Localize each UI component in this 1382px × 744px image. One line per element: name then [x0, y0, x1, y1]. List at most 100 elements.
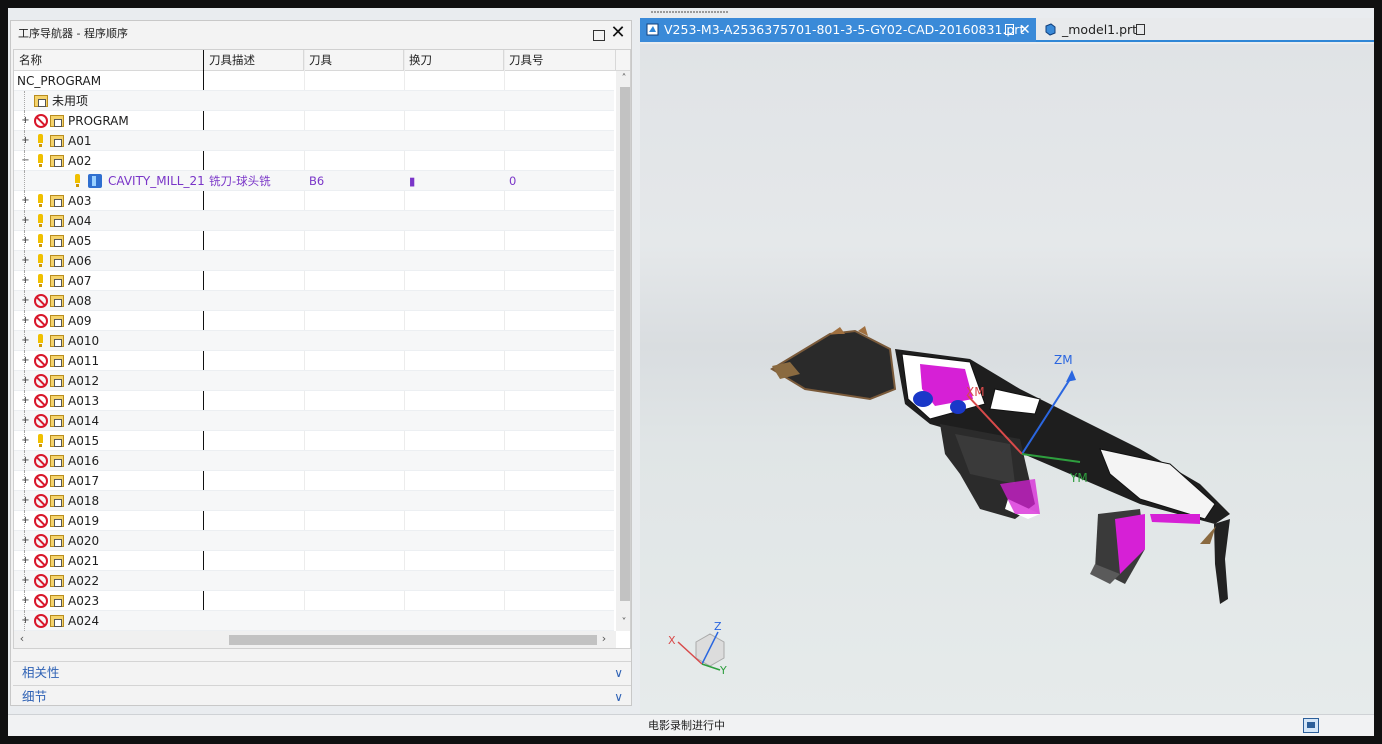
- expand-icon[interactable]: +: [21, 536, 30, 546]
- expand-icon[interactable]: +: [21, 576, 30, 586]
- column-header-tool-desc[interactable]: 刀具描述: [204, 50, 304, 71]
- view-triad[interactable]: Z X Y: [668, 620, 727, 677]
- program-group-row[interactable]: + A015: [14, 431, 614, 451]
- expand-icon[interactable]: +: [21, 316, 30, 326]
- program-group-row[interactable]: + A020: [14, 531, 614, 551]
- triad-x-label: X: [668, 634, 676, 647]
- details-section[interactable]: 细节 ∨: [13, 685, 631, 707]
- horizontal-scroll-thumb[interactable]: [229, 635, 597, 645]
- program-group-row[interactable]: + A014: [14, 411, 614, 431]
- expand-icon[interactable]: +: [21, 116, 30, 126]
- program-group-row[interactable]: + A013: [14, 391, 614, 411]
- operation-row[interactable]: CAVITY_MILL_21 铣刀-球头铣 B6 ▮ 0: [14, 171, 614, 191]
- program-folder-icon: [50, 395, 64, 407]
- program-group-row[interactable]: + A024: [14, 611, 614, 631]
- expand-icon[interactable]: +: [21, 196, 30, 206]
- fullscreen-toggle-icon[interactable]: [1303, 718, 1319, 733]
- expand-icon[interactable]: +: [21, 336, 30, 346]
- row-name: A06: [68, 254, 92, 268]
- expand-icon[interactable]: +: [21, 456, 30, 466]
- vertical-scrollbar[interactable]: ˄ ˅: [616, 71, 630, 631]
- expand-icon[interactable]: +: [21, 356, 30, 366]
- collapse-icon[interactable]: −: [21, 156, 30, 166]
- program-folder-icon: [50, 415, 64, 427]
- program-group-row[interactable]: + A023: [14, 591, 614, 611]
- expand-icon[interactable]: +: [21, 496, 30, 506]
- column-header-name[interactable]: 名称: [14, 50, 204, 71]
- row-name: A014: [68, 414, 100, 428]
- tab-close-icon[interactable]: ✕: [1019, 18, 1031, 42]
- program-folder-icon: [50, 155, 64, 167]
- column-header-tool-number[interactable]: 刀具号: [504, 50, 616, 71]
- column-header-tool-change[interactable]: 换刀: [404, 50, 504, 71]
- inactive-status-icon: [34, 554, 48, 568]
- expand-icon[interactable]: +: [21, 136, 30, 146]
- row-name: A020: [68, 534, 100, 548]
- inactive-status-icon: [34, 454, 48, 468]
- expand-icon[interactable]: +: [21, 296, 30, 306]
- program-group-row[interactable]: + A08: [14, 291, 614, 311]
- scroll-left-icon[interactable]: ‹: [16, 633, 28, 645]
- tree-row-root[interactable]: NC_PROGRAM: [14, 71, 614, 91]
- program-group-row[interactable]: + A03: [14, 191, 614, 211]
- inactive-status-icon: [34, 354, 48, 368]
- horizontal-scrollbar[interactable]: ‹ ›: [14, 631, 616, 648]
- inactive-status-icon: [34, 414, 48, 428]
- details-label: 细节: [22, 689, 48, 704]
- tab-model1[interactable]: _model1.prt: [1038, 18, 1148, 42]
- program-group-row[interactable]: − A02: [14, 151, 614, 171]
- program-group-row[interactable]: + A06: [14, 251, 614, 271]
- chevron-down-icon[interactable]: ∨: [614, 686, 623, 708]
- program-group-row[interactable]: + A010: [14, 331, 614, 351]
- part-model-render[interactable]: ZM XM YM Z X Y: [640, 44, 1374, 714]
- chevron-down-icon[interactable]: ∨: [614, 662, 623, 684]
- expand-icon[interactable]: +: [21, 616, 30, 626]
- program-group-row[interactable]: + A011: [14, 351, 614, 371]
- expand-icon[interactable]: +: [21, 516, 30, 526]
- expand-icon[interactable]: +: [21, 396, 30, 406]
- program-group-row[interactable]: + A022: [14, 571, 614, 591]
- expand-icon[interactable]: +: [21, 236, 30, 246]
- tool-change-cell: ▮: [409, 174, 416, 188]
- row-name: A04: [68, 214, 92, 228]
- scroll-down-icon[interactable]: ˅: [618, 617, 630, 629]
- program-group-row[interactable]: + A04: [14, 211, 614, 231]
- program-group-row[interactable]: + A012: [14, 371, 614, 391]
- program-group-row[interactable]: + A016: [14, 451, 614, 471]
- dependencies-section[interactable]: 相关性 ∨: [13, 661, 631, 683]
- program-group-row[interactable]: + A018: [14, 491, 614, 511]
- program-group-row[interactable]: + A021: [14, 551, 614, 571]
- program-group-row[interactable]: + A017: [14, 471, 614, 491]
- program-group-row[interactable]: + A01: [14, 131, 614, 151]
- program-group-row[interactable]: + A05: [14, 231, 614, 251]
- program-group-row[interactable]: 未用项: [14, 91, 614, 111]
- program-group-row[interactable]: + PROGRAM: [14, 111, 614, 131]
- expand-icon[interactable]: +: [21, 256, 30, 266]
- column-header-tool[interactable]: 刀具: [304, 50, 404, 71]
- resize-grip[interactable]: [651, 8, 741, 18]
- inactive-status-icon: [34, 114, 48, 128]
- axis-zm-label: ZM: [1054, 353, 1073, 367]
- close-button[interactable]: ✕: [609, 24, 627, 43]
- expand-icon[interactable]: +: [21, 596, 30, 606]
- scroll-up-icon[interactable]: ˄: [618, 73, 630, 85]
- scroll-right-icon[interactable]: ›: [598, 633, 610, 645]
- program-group-row[interactable]: + A09: [14, 311, 614, 331]
- expand-icon[interactable]: +: [21, 276, 30, 286]
- vertical-scroll-thumb[interactable]: [620, 87, 630, 601]
- column-header: 名称 刀具描述 刀具 换刀 刀具号: [14, 50, 630, 71]
- expand-icon[interactable]: +: [21, 376, 30, 386]
- expand-icon[interactable]: +: [21, 416, 30, 426]
- tab-active-part[interactable]: V253-M3-A2536375701-801-3-5-GY02-CAD-201…: [640, 18, 1036, 42]
- application-window: 工序导航器 - 程序顺序 ✕ 名称 刀具描述 刀具 换刀 刀具号 NC_PROG…: [8, 8, 1374, 736]
- program-folder-icon: [50, 475, 64, 487]
- graphics-viewport[interactable]: ZM XM YM Z X Y: [640, 44, 1374, 714]
- expand-icon[interactable]: +: [21, 556, 30, 566]
- program-group-row[interactable]: + A019: [14, 511, 614, 531]
- expand-icon[interactable]: +: [21, 436, 30, 446]
- expand-icon[interactable]: +: [21, 476, 30, 486]
- expand-icon[interactable]: +: [21, 216, 30, 226]
- program-group-row[interactable]: + A07: [14, 271, 614, 291]
- status-bar: 电影录制进行中: [8, 714, 1374, 736]
- maximize-button[interactable]: [589, 25, 607, 43]
